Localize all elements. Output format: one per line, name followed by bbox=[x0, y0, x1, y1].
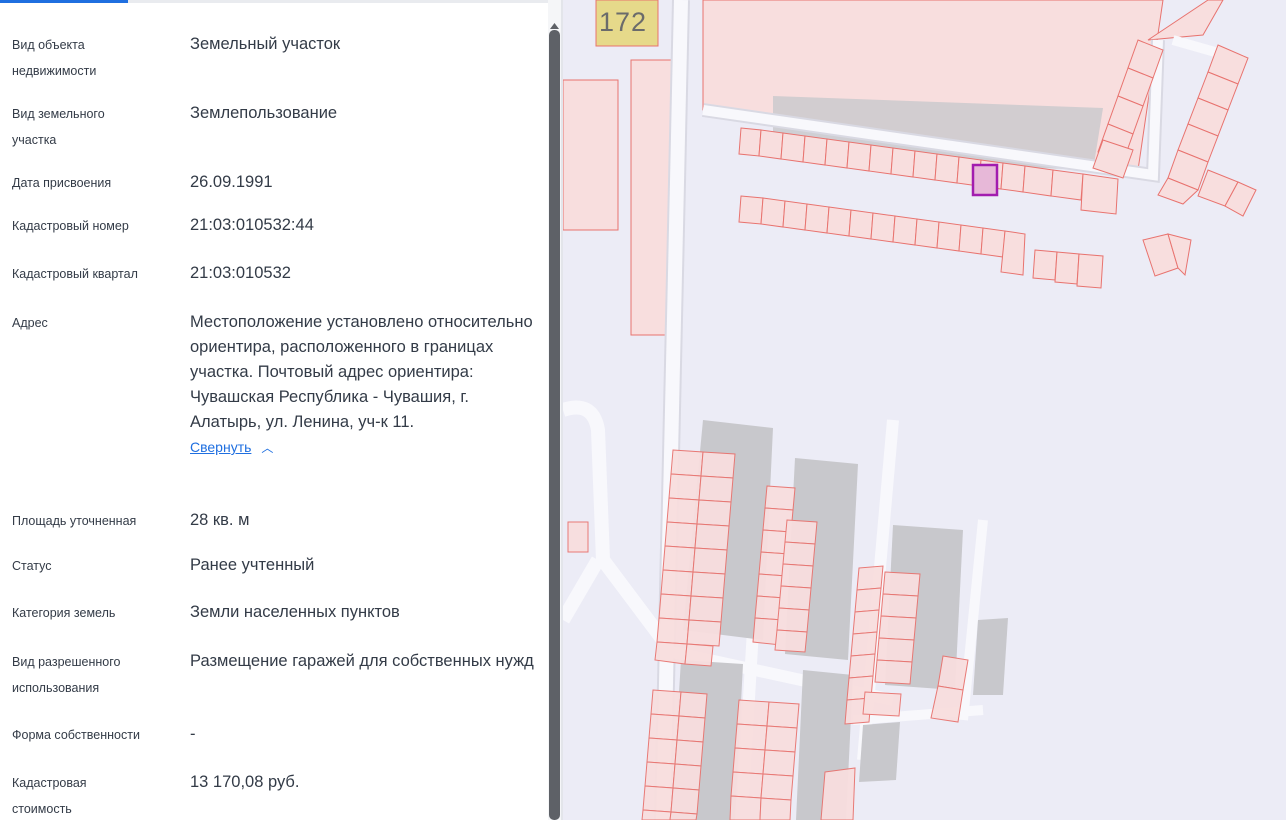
cadastral-map[interactable]: 172 bbox=[563, 0, 1286, 820]
scrollbar-thumb[interactable] bbox=[549, 30, 560, 820]
label-area: Площадь уточненная bbox=[12, 514, 137, 528]
active-tab-indicator bbox=[0, 0, 128, 3]
value-assign-date: 26.09.1991 bbox=[190, 173, 273, 191]
label-address: Адрес bbox=[12, 316, 48, 330]
value-cadastral-number[interactable]: 21:03:010532:44 bbox=[190, 213, 535, 238]
label-cadastral-quarter: Кадастровый квартал bbox=[12, 267, 138, 281]
collapse-toggle[interactable]: Свернуть ︿ bbox=[190, 435, 535, 461]
label-land-type: Вид земельного участка bbox=[12, 107, 105, 147]
value-land-type: Землепользование bbox=[190, 104, 338, 122]
label-object-type: Вид объекта недвижимости bbox=[12, 38, 97, 78]
scroll-up-arrow-icon[interactable] bbox=[549, 22, 560, 30]
map-canvas[interactable] bbox=[563, 0, 1286, 820]
selected-parcel bbox=[971, 163, 999, 197]
chevron-up-icon[interactable]: ︿ bbox=[261, 436, 273, 461]
value-status: Ранее учтенный bbox=[190, 556, 315, 574]
label-assign-date: Дата присвоения bbox=[12, 176, 112, 190]
value-land-category: Земли населенных пунктов bbox=[190, 603, 400, 621]
label-cadastral-number: Кадастровый номер bbox=[12, 219, 129, 233]
collapse-link[interactable]: Свернуть bbox=[190, 437, 251, 457]
value-area: 28 кв. м bbox=[190, 511, 250, 529]
label-status: Статус bbox=[12, 559, 52, 573]
value-cadastral-quarter[interactable]: 21:03:010532 bbox=[190, 261, 535, 286]
property-info-panel: Вид объекта недвижимости Земельный участ… bbox=[0, 0, 562, 820]
value-ownership: - bbox=[190, 725, 196, 743]
address-block: Местоположение установлено относительно … bbox=[190, 310, 535, 461]
map-label-number: 172 bbox=[599, 7, 648, 37]
label-ownership: Форма собственности bbox=[12, 728, 140, 742]
value-address: Местоположение установлено относительно … bbox=[190, 313, 533, 431]
value-object-type: Земельный участок bbox=[190, 35, 341, 53]
label-land-category: Категория земель bbox=[12, 606, 116, 620]
label-permitted-use: Вид разрешенного использования bbox=[12, 655, 121, 695]
label-cadastral-value: Кадастровая стоимость bbox=[12, 776, 87, 816]
value-cadastral-value: 13 170,08 руб. bbox=[190, 773, 300, 791]
value-permitted-use: Размещение гаражей для собственных нужд bbox=[190, 652, 534, 670]
